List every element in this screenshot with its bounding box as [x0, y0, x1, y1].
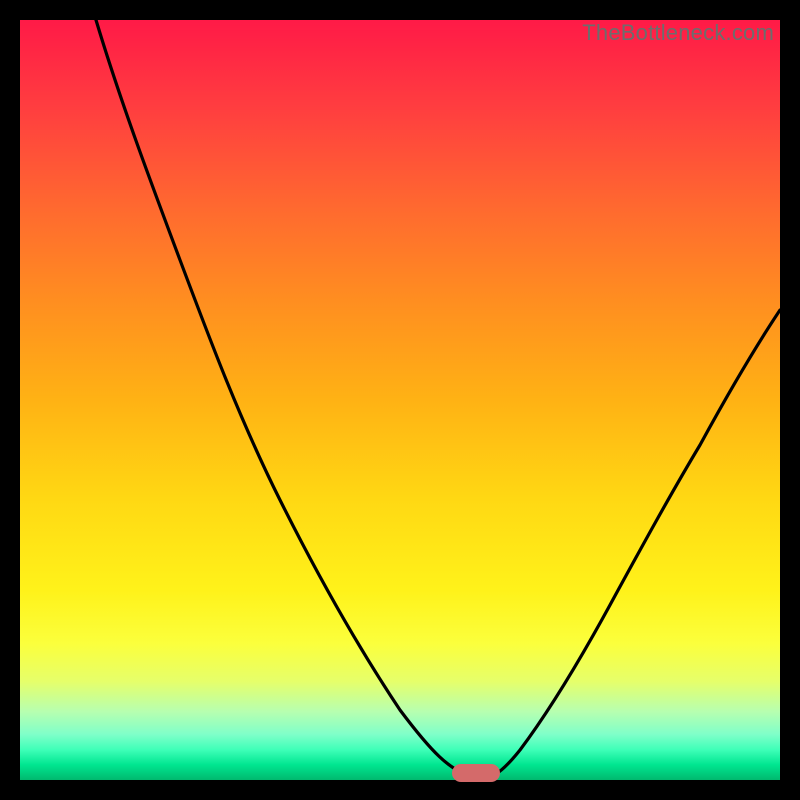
chart-frame: TheBottleneck.com: [0, 0, 800, 800]
optimum-marker: [452, 764, 500, 782]
curve-path: [96, 20, 780, 778]
bottleneck-curve: [20, 20, 780, 780]
plot-area: TheBottleneck.com: [20, 20, 780, 780]
